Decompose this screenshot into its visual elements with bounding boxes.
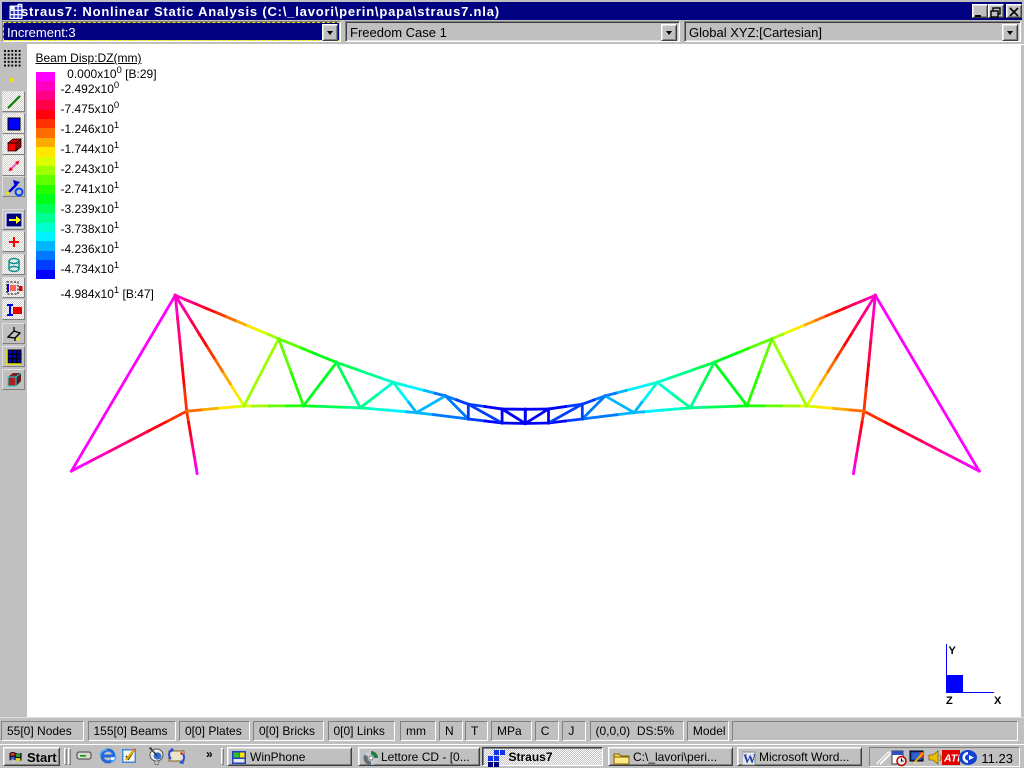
svg-text:W: W <box>743 751 756 766</box>
svg-text:X: X <box>994 695 1002 707</box>
svg-text:Z: Z <box>946 695 953 707</box>
svg-text:Y: Y <box>949 645 957 657</box>
